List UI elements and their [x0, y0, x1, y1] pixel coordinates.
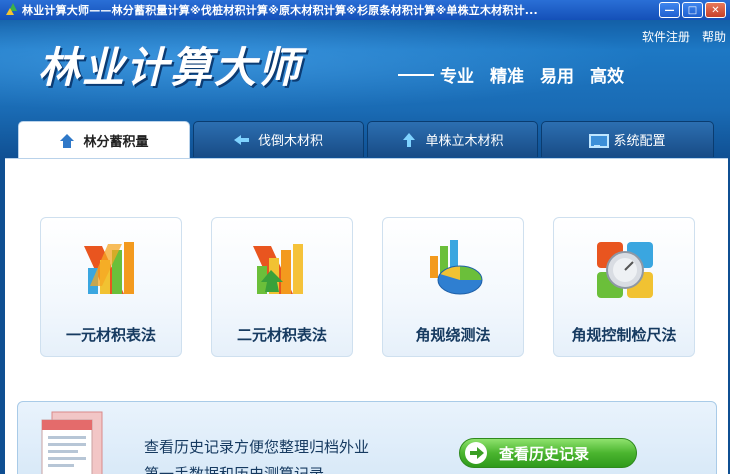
close-button[interactable]: ✕	[705, 2, 726, 18]
slogan-item: 高效	[590, 67, 624, 87]
tab-felled-timber[interactable]: 伐倒木材积	[193, 121, 364, 157]
top-links: 软件注册 帮助	[642, 28, 726, 45]
document-icon	[41, 411, 103, 474]
slogan-dash	[398, 74, 434, 76]
view-history-button[interactable]: 查看历史记录	[459, 438, 637, 468]
card-two-way-volume-table[interactable]: 二元材积表法	[211, 217, 353, 357]
history-banner: 查看历史记录方便您整理归档外业 第一手数据和历史测算记录 查看历史记录	[17, 401, 717, 474]
slogan: 专业 精准 易用 高效	[440, 62, 624, 87]
app-title: 林业计算大师	[38, 43, 303, 92]
card-label: 角规绕测法	[415, 326, 491, 344]
tab-label: 林分蓄积量	[83, 135, 149, 150]
slogan-item: 易用	[540, 67, 574, 87]
card-angle-gauge-round[interactable]: 角规绕测法	[382, 217, 524, 357]
card-label: 角规控制检尺法	[571, 326, 677, 344]
tree-app-icon	[4, 3, 18, 17]
slogan-item: 专业	[440, 67, 474, 87]
card-angle-gauge-control[interactable]: 角规控制检尺法	[553, 217, 695, 357]
tab-label: 系统配置	[613, 134, 666, 149]
card-label: 一元材积表法	[65, 326, 156, 344]
tab-system-config[interactable]: 系统配置	[541, 121, 714, 157]
register-link[interactable]: 软件注册	[642, 28, 690, 45]
history-description: 查看历史记录方便您整理归档外业 第一手数据和历史测算记录	[144, 434, 434, 474]
tab-label: 单株立木材积	[425, 134, 504, 149]
main-panel: 一元材积表法 二元材积表法 角规绕测法 角规控制检尺法 查看历史记录方便您整理归…	[5, 158, 728, 474]
window-controls: — □ ✕	[659, 2, 726, 18]
window-title: 林业计算大师——林分蓄积量计算※伐桩材积计算※原木材积计算※杉原条材积计算※单株…	[22, 4, 538, 17]
slogan-item: 精准	[490, 67, 524, 87]
card-label: 二元材积表法	[236, 326, 327, 344]
history-line: 第一手数据和历史测算记录	[144, 465, 325, 474]
card-one-way-volume-table[interactable]: 一元材积表法	[40, 217, 182, 357]
help-link[interactable]: 帮助	[702, 28, 726, 45]
gauge-icon	[597, 242, 653, 298]
pie-chart-icon	[430, 240, 483, 295]
arrow-up-icon	[401, 132, 417, 147]
tab-single-tree[interactable]: 单株立木材积	[367, 121, 538, 157]
tab-stand-volume[interactable]: 林分蓄积量	[18, 121, 190, 159]
bar-chart-arrow-icon	[253, 244, 303, 294]
minimize-button[interactable]: —	[659, 2, 680, 18]
view-history-label: 查看历史记录	[499, 444, 590, 463]
history-line: 查看历史记录方便您整理归档外业	[144, 438, 370, 456]
bar-chart-icon	[84, 242, 134, 294]
title-bar[interactable]: 林业计算大师——林分蓄积量计算※伐桩材积计算※原木材积计算※杉原条材积计算※单株…	[0, 0, 730, 20]
monitor-icon	[589, 133, 610, 148]
arrow-right-icon	[465, 442, 487, 464]
home-icon	[59, 133, 75, 148]
maximize-button[interactable]: □	[682, 2, 703, 18]
app-window: 林业计算大师——林分蓄积量计算※伐桩材积计算※原木材积计算※杉原条材积计算※单株…	[0, 0, 730, 474]
tab-label: 伐倒木材积	[257, 134, 323, 149]
arrow-left-icon	[233, 133, 250, 147]
